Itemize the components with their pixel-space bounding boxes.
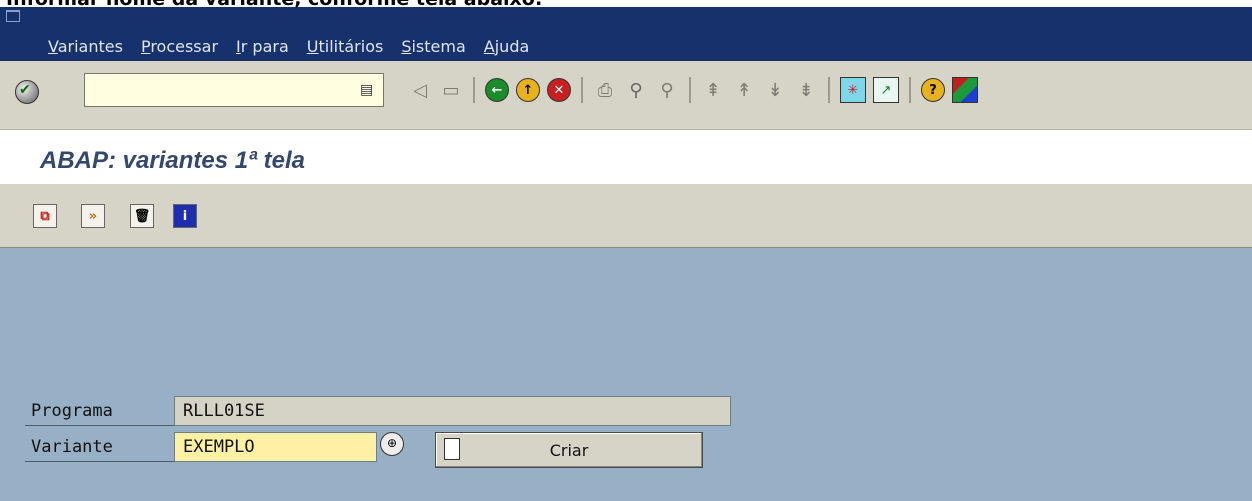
toolbar-separator — [828, 77, 830, 103]
criar-button-label: Criar — [549, 441, 589, 460]
find-next-icon[interactable]: ⚲ — [655, 78, 679, 102]
shortcut-icon[interactable]: ↗ — [873, 77, 899, 103]
variante-label: Variante — [25, 432, 175, 462]
save-icon[interactable]: ▭ — [439, 78, 463, 102]
prev-page-icon[interactable]: ↟ — [732, 78, 756, 102]
menu-items: Variantes Processar Ir para Utilitários … — [48, 37, 547, 56]
menu-bar: Variantes Processar Ir para Utilitários … — [0, 7, 1252, 61]
copy-icon[interactable]: ⧉ — [33, 204, 57, 228]
toolbar-icon-group: ◁ ▭ ← ↑ ✕ ⎙ ⚲ ⚲ ⇞ ↟ ↡ ⇟ ✳ ↗ ? — [408, 77, 985, 103]
command-field-history-icon[interactable]: ▤ — [360, 82, 373, 98]
print-icon[interactable]: ⎙ — [593, 78, 617, 102]
display-icon[interactable]: » — [81, 204, 105, 228]
value-help-icon[interactable]: ⊕ — [380, 432, 404, 456]
last-page-icon[interactable]: ⇟ — [794, 78, 818, 102]
exit-icon[interactable]: ↑ — [516, 78, 540, 102]
title-bar: ABAP: variantes 1ª tela — [0, 130, 1252, 184]
command-field[interactable] — [84, 73, 384, 107]
application-toolbar: ⧉ » 🗑 i — [0, 184, 1252, 248]
toolbar-separator — [581, 77, 583, 103]
info-icon[interactable]: i — [173, 204, 197, 228]
programa-label: Programa — [25, 396, 175, 426]
toolbar-separator — [689, 77, 691, 103]
menu-variantes[interactable]: Variantes — [48, 37, 123, 56]
enter-check-icon[interactable] — [15, 80, 39, 104]
programa-field: RLLL01SE — [174, 396, 731, 426]
menu-processar[interactable]: Processar — [141, 37, 218, 56]
standard-toolbar: ▤ ◁ ▭ ← ↑ ✕ ⎙ ⚲ ⚲ ⇞ ↟ ↡ ⇟ ✳ ↗ ? — [0, 61, 1252, 130]
layout-icon[interactable] — [952, 77, 978, 103]
cancel-icon[interactable]: ✕ — [547, 78, 571, 102]
create-session-icon[interactable]: ✳ — [840, 77, 866, 103]
delete-icon[interactable]: 🗑 — [130, 204, 154, 228]
back-icon[interactable]: ← — [485, 78, 509, 102]
system-menu-icon[interactable] — [6, 10, 20, 22]
toolbar-separator — [473, 77, 475, 103]
criar-button[interactable]: Criar — [435, 432, 703, 468]
menu-sistema[interactable]: Sistema — [401, 37, 465, 56]
next-page-icon[interactable]: ↡ — [763, 78, 787, 102]
menu-ir-para[interactable]: Ir para — [236, 37, 289, 56]
menu-utilitarios[interactable]: Utilitários — [307, 37, 384, 56]
page-title: ABAP: variantes 1ª tela — [40, 147, 305, 174]
toolbar-separator — [909, 77, 911, 103]
variante-input[interactable]: EXEMPLO — [174, 432, 377, 462]
first-page-icon[interactable]: ⇞ — [701, 78, 725, 102]
find-icon[interactable]: ⚲ — [624, 78, 648, 102]
menu-ajuda[interactable]: Ajuda — [484, 37, 530, 56]
help-icon[interactable]: ? — [921, 78, 945, 102]
back-arrow-icon[interactable]: ◁ — [408, 78, 432, 102]
